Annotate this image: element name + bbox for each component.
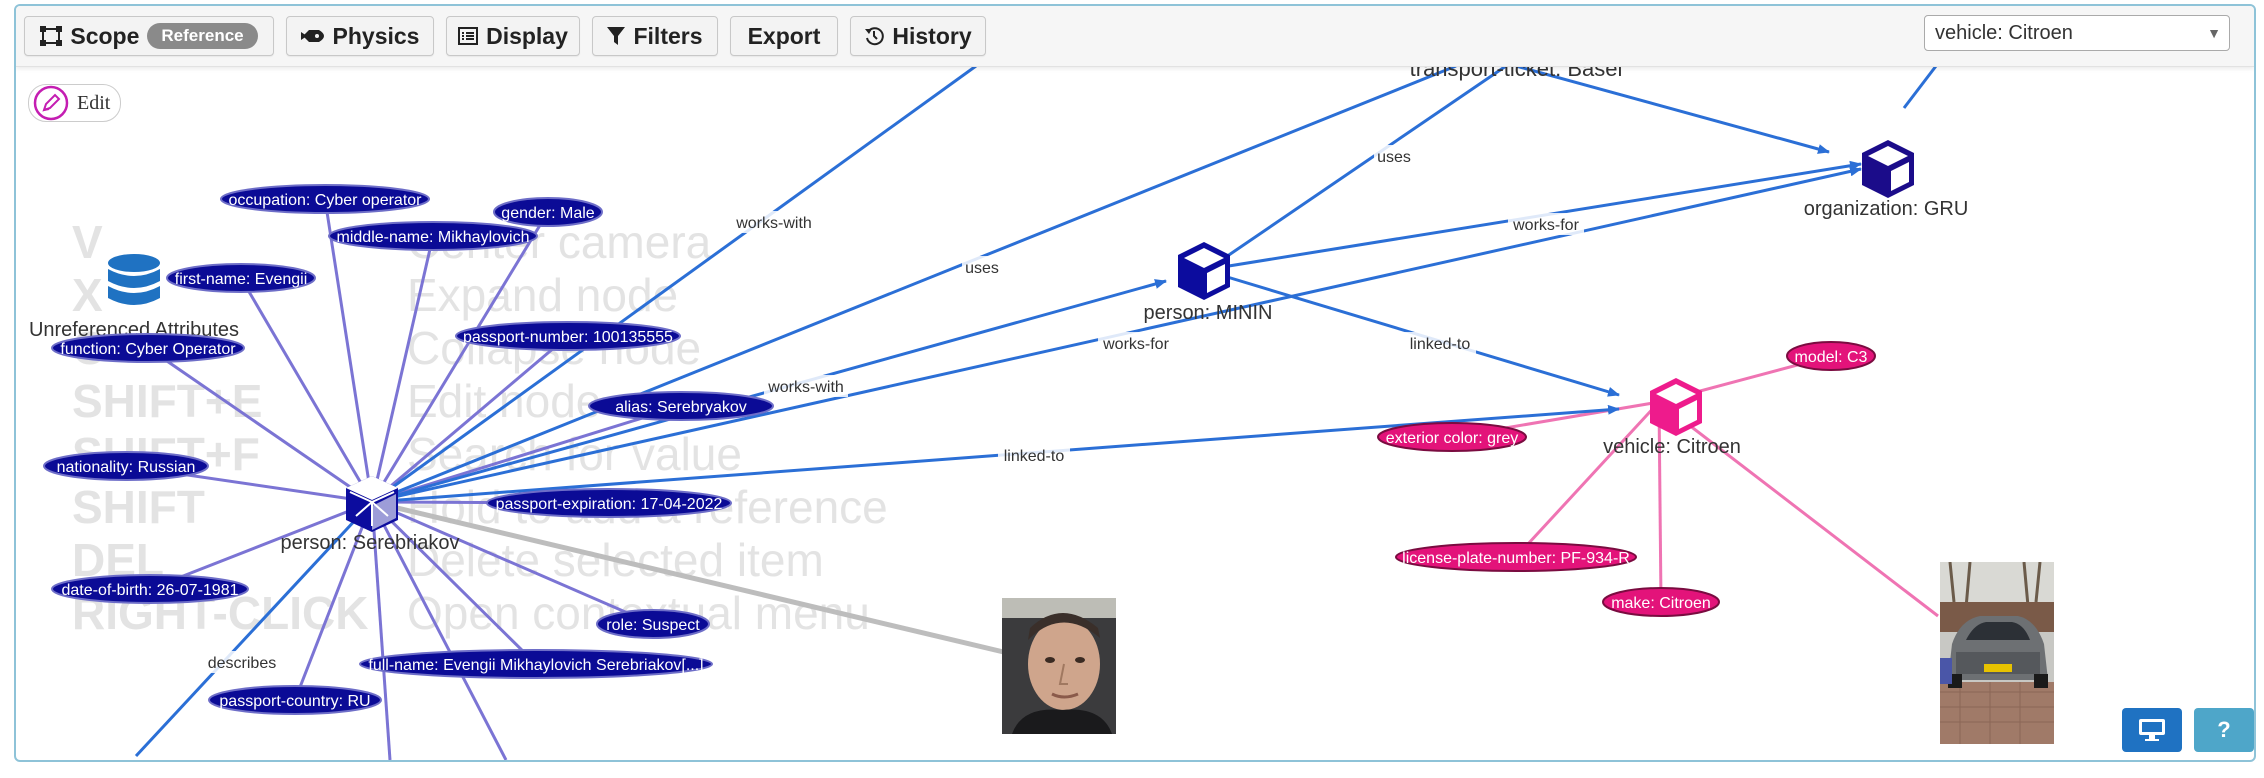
display-button[interactable]: Display [446,16,580,56]
attribute-date-of-birth[interactable]: date-of-birth: 26-07-1981 [51,574,249,604]
node-selector[interactable]: vehicle: Citroen ▼ [1924,15,2230,51]
attribute-first-name[interactable]: first-name: Evengii [166,263,316,293]
scope-label: Scope [70,22,140,49]
svg-text:passport-expiration: 17-04-202: passport-expiration: 17-04-2022 [496,496,723,513]
scope-button[interactable]: Scope Reference [24,16,274,56]
pencil-icon [33,85,69,121]
edge-label: uses [965,260,999,277]
toolbar: Scope Reference Physics Display Filters [16,6,2254,67]
svg-text:middle-name: Mikhaylovich: middle-name: Mikhaylovich [337,229,530,246]
node-selector-value: vehicle: Citroen [1935,22,2073,44]
attribute-gender[interactable]: gender: Male [493,197,603,227]
vehicle-attributes: model: C3 exterior color: grey license-p… [1377,341,1876,617]
svg-text:model: C3: model: C3 [1795,349,1868,366]
cube-icon [346,476,398,532]
edge-label: works-for [1102,336,1169,353]
fullscreen-button[interactable] [2122,708,2182,752]
attribute-function[interactable]: function: Cyber Operator [51,333,245,363]
edge-label: works-with [735,215,812,232]
attribute-make[interactable]: make: Citroen [1602,587,1720,617]
history-button[interactable]: History [850,16,986,56]
edit-button[interactable]: Edit [28,84,122,122]
svg-text:role: Suspect: role: Suspect [606,617,700,634]
history-label: History [892,22,972,49]
attribute-alias[interactable]: alias: Serebryakov [588,391,774,421]
svg-text:function: Cyber Operator: function: Cyber Operator [60,341,236,358]
attribute-occupation[interactable]: occupation: Cyber operator [220,184,430,214]
svg-text:date-of-birth: 26-07-1981: date-of-birth: 26-07-1981 [62,582,239,599]
svg-text:occupation: Cyber operator: occupation: Cyber operator [229,192,423,209]
vehicle-citroen-node[interactable]: vehicle: Citroen [1603,378,1741,458]
svg-text:passport-number: 100135555: passport-number: 100135555 [463,329,673,346]
attribute-exterior-color[interactable]: exterior color: grey [1377,422,1527,452]
help-button[interactable]: ? [2194,708,2254,752]
monitor-icon [2139,719,2165,741]
attribute-model[interactable]: model: C3 [1786,341,1876,371]
svg-text:full-name: Evengii Mikhaylovic: full-name: Evengii Mikhaylovich Serebria… [368,657,703,674]
database-icon [108,254,160,305]
scope-icon [40,26,63,46]
person-photo[interactable] [1002,598,1116,734]
svg-text:alias: Serebryakov: alias: Serebryakov [615,399,747,416]
person-photo-image [1002,598,1116,734]
svg-text:nationality: Russian: nationality: Russian [57,459,196,476]
network-graph[interactable]: works-with uses works-with works-for lin… [16,6,2254,760]
filters-label: Filters [633,22,703,49]
cube-icon [1178,242,1230,300]
attribute-nationality[interactable]: nationality: Russian [43,451,209,481]
node-label: organization: GRU [1804,198,1969,220]
edge-label: works-for [1512,217,1579,234]
node-label: person: Serebriakov [281,532,460,554]
attribute-middle-name[interactable]: middle-name: Mikhaylovich [328,221,538,251]
edge-label: works-with [767,379,844,396]
edge-label: linked-to [1004,448,1065,465]
attribute-role[interactable]: role: Suspect [596,609,710,639]
help-label: ? [2217,717,2231,742]
node-label: person: MININ [1144,302,1273,324]
scope-badge: Reference [147,23,258,49]
vehicle-photo[interactable] [1940,562,2054,744]
export-label: Export [747,22,821,49]
physics-label: Physics [332,22,420,49]
cube-icon [1862,140,1914,198]
edge-label: uses [1377,149,1411,166]
vehicle-photo-image [1940,562,2054,744]
svg-text:make: Citroen: make: Citroen [1611,595,1711,612]
filters-button[interactable]: Filters [592,16,718,56]
export-button[interactable]: Export [730,16,838,56]
chevron-down-icon: ▼ [2207,25,2221,41]
edge-label: linked-to [1410,336,1471,353]
filter-icon [607,27,626,45]
rocket-icon [300,30,324,42]
display-label: Display [486,22,568,49]
svg-text:first-name: Evengii: first-name: Evengii [175,271,308,288]
svg-text:exterior color: grey: exterior color: grey [1386,430,1519,447]
list-icon [458,27,479,45]
node-label: vehicle: Citroen [1603,436,1741,458]
attribute-passport-country[interactable]: passport-country: RU [208,685,382,715]
attribute-passport-number[interactable]: passport-number: 100135555 [455,321,681,351]
svg-text:passport-country: RU: passport-country: RU [219,693,370,710]
attribute-license-plate[interactable]: license-plate-number: PF-934-R [1395,542,1637,572]
edge-label: describes [208,655,276,672]
edit-label: Edit [77,91,111,114]
physics-button[interactable]: Physics [286,16,434,56]
svg-text:license-plate-number: PF-934-R: license-plate-number: PF-934-R [1402,550,1630,567]
attribute-passport-expiration[interactable]: passport-expiration: 17-04-2022 [486,488,732,518]
graph-view: VCenter camera XExpand node CCollapse no… [14,4,2256,762]
svg-text:gender: Male: gender: Male [501,205,594,222]
attribute-full-name[interactable]: full-name: Evengii Mikhaylovich Serebria… [359,649,713,679]
history-icon [865,27,885,46]
